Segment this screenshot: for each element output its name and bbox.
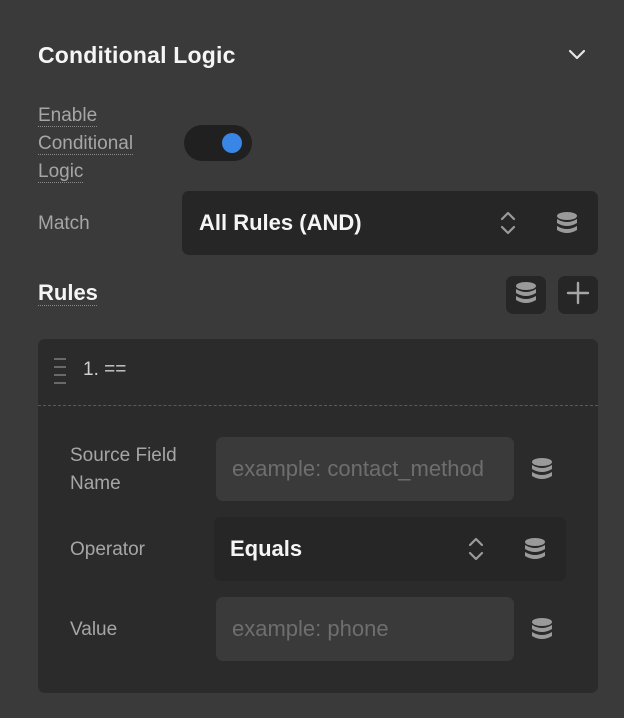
enable-conditional-logic-toggle[interactable] bbox=[184, 125, 252, 161]
source-field-name-label: Source Field Name bbox=[70, 442, 177, 498]
enable-conditional-logic-label: Enable Conditional Logic bbox=[38, 102, 168, 186]
match-select[interactable]: All Rules (AND) bbox=[182, 191, 598, 255]
rule-header[interactable]: 1. == bbox=[38, 339, 598, 406]
up-down-chevron-icon bbox=[496, 209, 520, 237]
rules-dynamic-data-button[interactable] bbox=[506, 276, 546, 314]
add-rule-button[interactable] bbox=[558, 276, 598, 314]
toggle-knob bbox=[222, 133, 242, 153]
conditional-logic-panel: Conditional Logic Enable Conditional Log… bbox=[0, 0, 624, 718]
operator-select[interactable]: Equals bbox=[214, 517, 566, 581]
match-select-value: All Rules (AND) bbox=[199, 210, 362, 235]
up-down-chevron-icon bbox=[464, 535, 488, 563]
enable-label-line-2: Conditional bbox=[38, 133, 134, 154]
database-icon bbox=[515, 281, 537, 310]
database-icon[interactable] bbox=[522, 535, 548, 563]
chevron-down-icon[interactable] bbox=[564, 42, 590, 68]
drag-handle-icon[interactable] bbox=[54, 357, 66, 385]
database-icon[interactable] bbox=[529, 455, 555, 483]
operator-select-value: Equals bbox=[230, 536, 303, 561]
section-header[interactable]: Conditional Logic bbox=[38, 38, 590, 72]
database-icon[interactable] bbox=[529, 615, 555, 643]
source-field-label-line-1: Source Field bbox=[70, 445, 177, 466]
value-input[interactable] bbox=[216, 597, 514, 661]
rule-card: 1. == Source Field Name Operator Equals bbox=[38, 339, 598, 693]
source-field-name-input[interactable] bbox=[216, 437, 514, 501]
section-title: Conditional Logic bbox=[38, 41, 236, 68]
database-icon[interactable] bbox=[554, 209, 580, 237]
match-label: Match bbox=[38, 213, 90, 234]
rule-name: 1. == bbox=[83, 359, 127, 380]
enable-label-line-3: Logic bbox=[38, 161, 84, 182]
operator-label: Operator bbox=[70, 539, 145, 560]
plus-icon bbox=[566, 281, 590, 310]
enable-label-line-1: Enable bbox=[38, 105, 98, 126]
rules-title: Rules bbox=[38, 280, 98, 305]
value-label: Value bbox=[70, 619, 118, 640]
source-field-label-line-2: Name bbox=[70, 473, 121, 494]
